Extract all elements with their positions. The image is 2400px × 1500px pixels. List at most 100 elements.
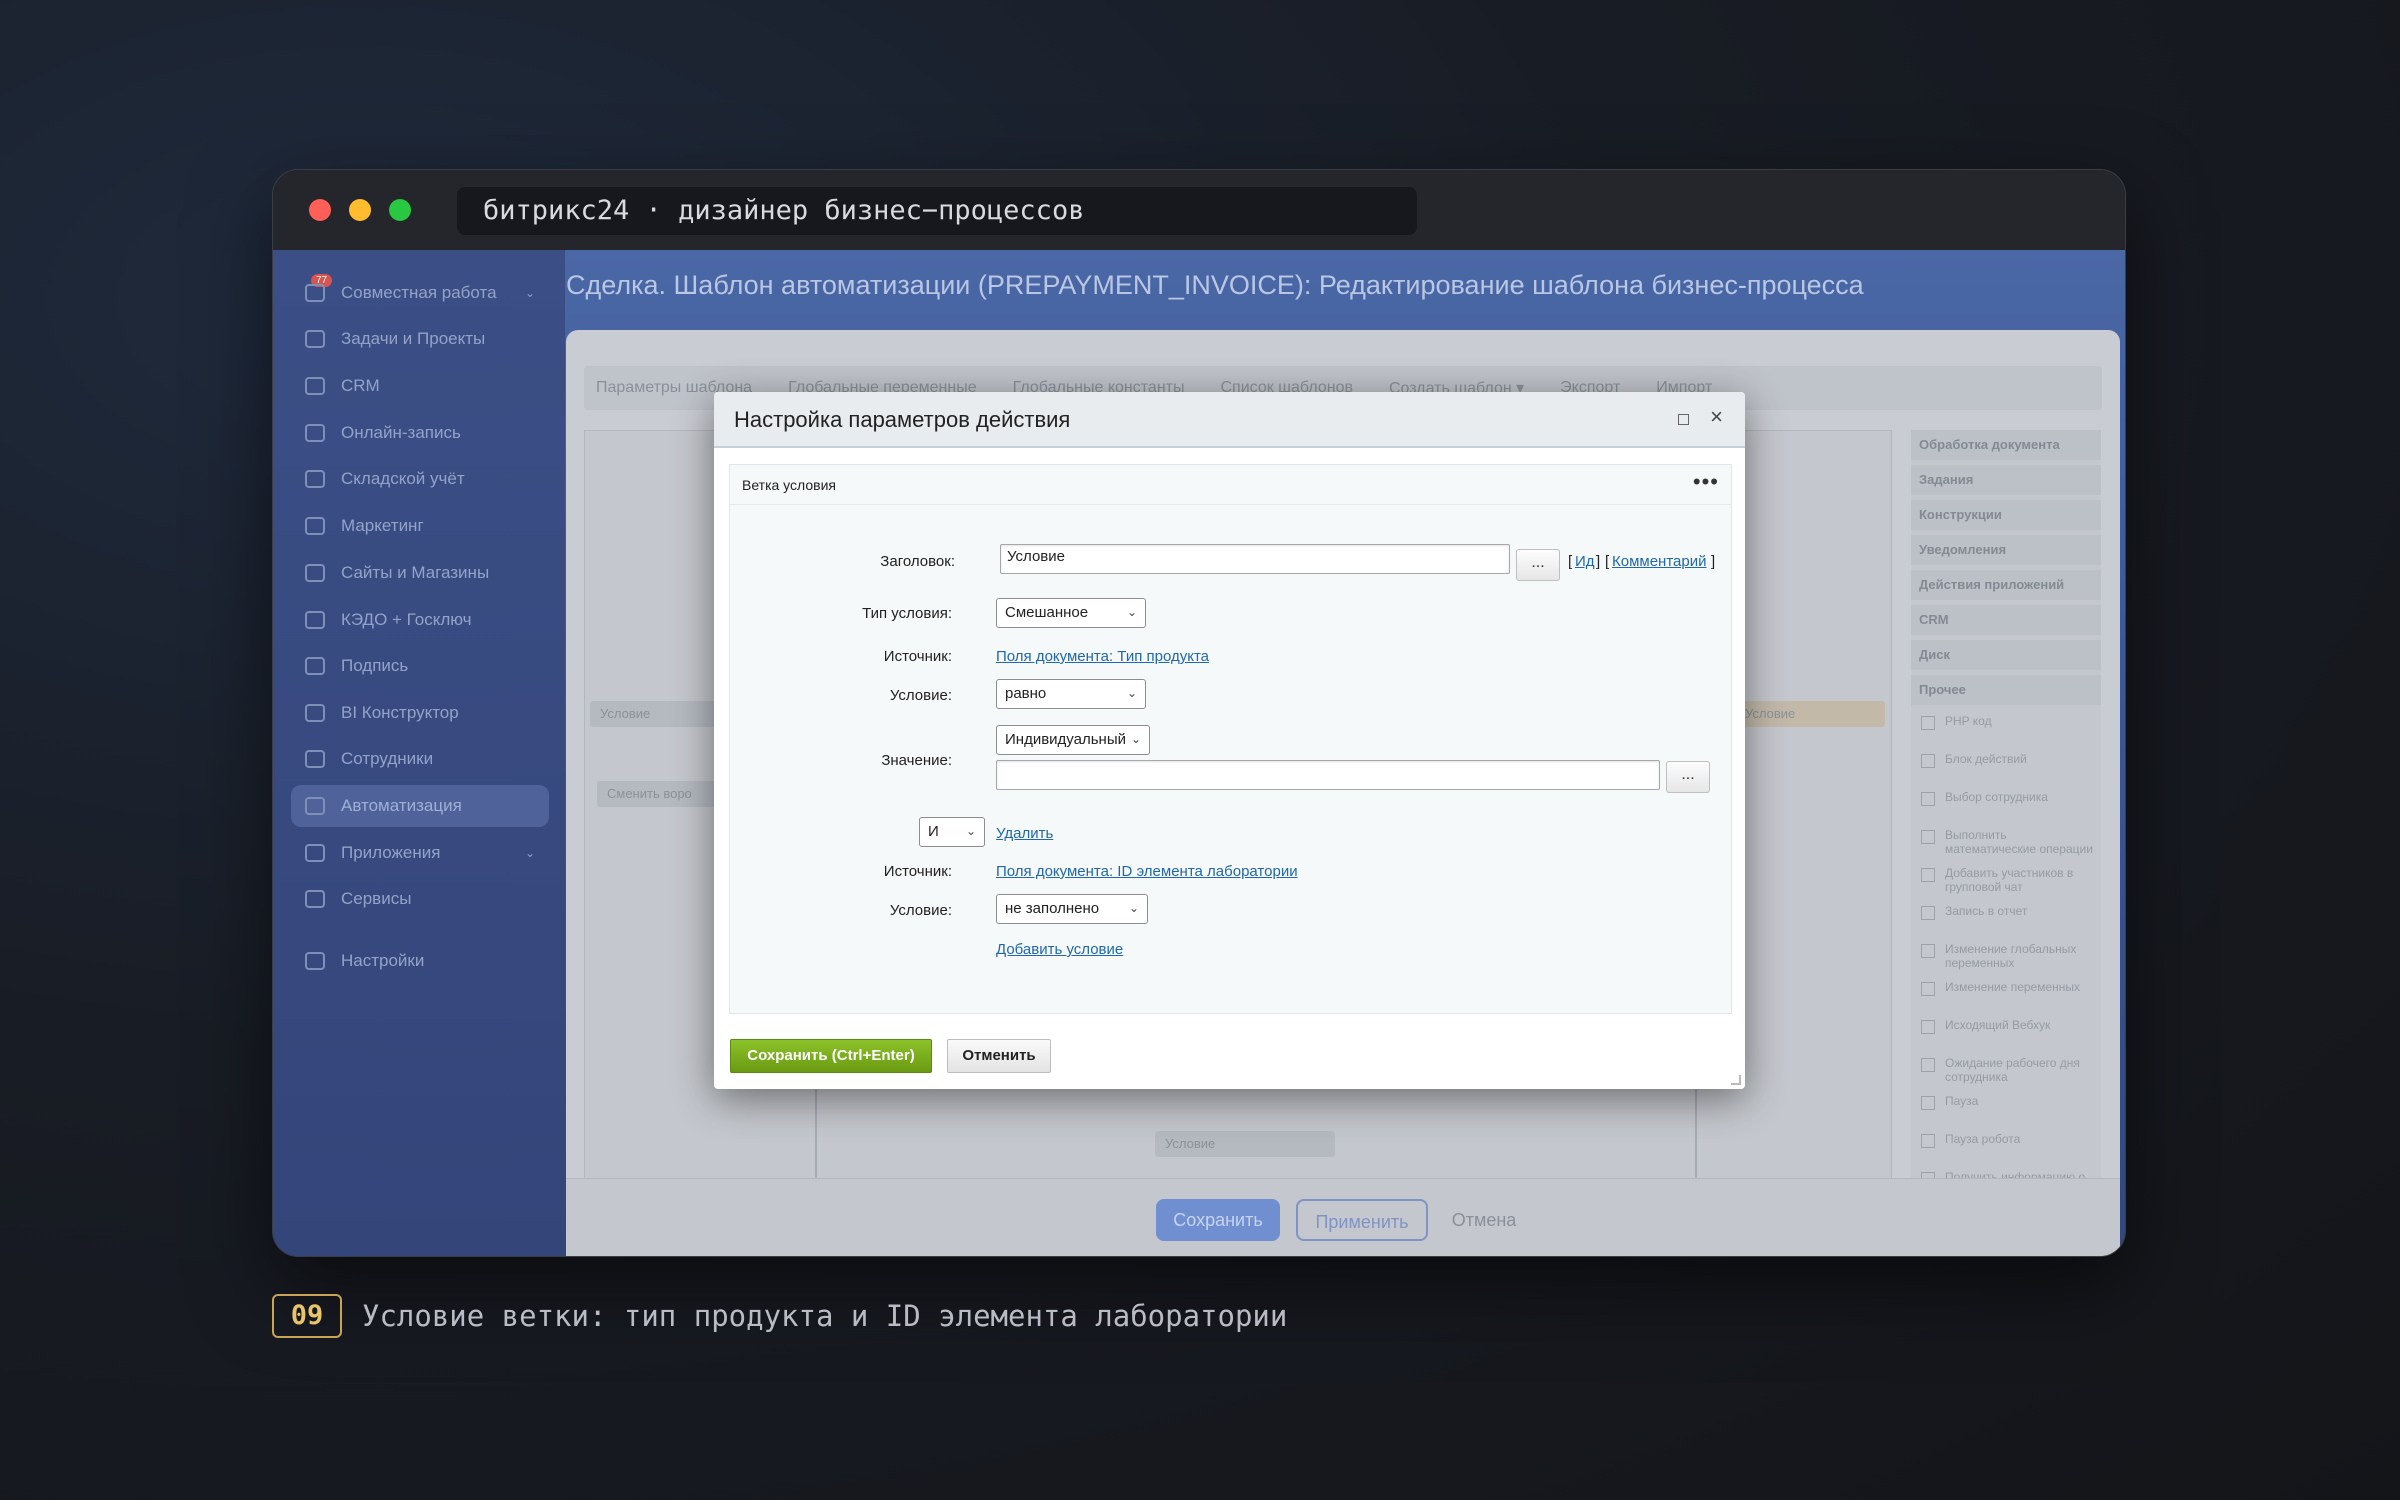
activity-group[interactable]: Диск [1911,640,2101,670]
address-bar[interactable]: битрикс24 · дизайнер бизнес−процессов [457,187,1417,235]
minimize-window-button[interactable] [349,199,371,221]
chevron-down-icon: ⌄ [965,824,976,838]
sidebar-item-apps[interactable]: Приложения ⌄ [291,832,549,874]
maximize-icon[interactable] [1678,414,1689,425]
close-icon[interactable]: × [1710,404,1723,430]
maximize-window-button[interactable] [389,199,411,221]
source-field-link[interactable]: Поля документа: ID элемента лаборатории [996,863,1298,880]
logic-operator-select[interactable]: И ⌄ [919,817,985,847]
page-title: Сделка. Шаблон автоматизации (PREPAYMENT… [566,270,1864,300]
app-content: 77 Совместная работа ⌄ Задачи и Проекты C… [273,250,2125,1256]
bracket: ] [1711,553,1716,570]
bar-chart-icon [305,704,325,722]
condition-type-label: Тип условия: [862,605,952,622]
value-mode-select[interactable]: Индивидуальный ⌄ [996,725,1150,755]
value-label: Значение: [881,752,952,769]
megaphone-icon [305,517,325,535]
delete-condition-link[interactable]: Удалить [996,825,1053,842]
resize-handle[interactable] [1731,1075,1741,1085]
activity-group[interactable]: Задания [1911,465,2101,495]
more-icon[interactable]: ••• [1693,469,1719,495]
sidebar-item-bi[interactable]: BI Конструктор [291,692,549,734]
pen-icon [305,657,325,675]
comment-link[interactable]: Комментарий [1612,553,1706,570]
cancel-button[interactable]: Отменить [947,1039,1051,1073]
dialog-header: Настройка параметров действия × [714,392,1745,448]
designer-save-button[interactable]: Сохранить [1156,1199,1280,1241]
sidebar-item-marketing[interactable]: Маркетинг [291,505,549,547]
services-icon [305,890,325,908]
section-title: Ветка условия [742,477,836,493]
cart-icon [305,564,325,582]
sidebar-item-inventory[interactable]: Складской учёт [291,458,549,500]
canvas-node[interactable]: Сменить воро [597,781,717,807]
sidebar-item-sign[interactable]: Подпись [291,645,549,687]
value-input[interactable] [996,760,1660,790]
sidebar-item-employees[interactable]: Сотрудники [291,738,549,780]
chevron-down-icon: ⌄ [1126,686,1137,700]
robot-icon [305,797,325,815]
sidebar-item-automation[interactable]: Автоматизация [291,785,549,827]
source-label: Источник: [883,863,952,880]
condition-operator-select[interactable]: не заполнено ⌄ [996,894,1148,924]
activity-item[interactable]: Изменение глобальных переменных [1911,938,2101,976]
gear-icon [305,952,325,970]
dialog-title: Настройка параметров действия [734,407,1071,432]
activity-item[interactable]: Выполнить математические операции [1911,824,2101,862]
activity-item[interactable]: Пауза [1911,1090,2101,1128]
canvas-node[interactable]: Условие [1155,1131,1335,1157]
activity-item[interactable]: Исходящий Вебхук [1911,1014,2101,1052]
add-condition-link[interactable]: Добавить условие [996,941,1123,958]
sidebar-item-booking[interactable]: Онлайн-запись [291,412,549,454]
designer-cancel-button[interactable]: Отмена [1444,1199,1524,1241]
chevron-down-icon: ⌄ [1126,605,1137,619]
activity-group[interactable]: Прочее [1911,675,2101,705]
activity-item[interactable]: Запись в отчет [1911,900,2101,938]
section-header: Ветка условия ••• [730,465,1731,505]
bracket: [ [1605,553,1610,570]
sidebar-item-services[interactable]: Сервисы [291,878,549,920]
activity-group[interactable]: Действия приложений [1911,570,2101,600]
activity-item[interactable]: PHP код [1911,710,2101,748]
activity-group[interactable]: Уведомления [1911,535,2101,565]
value-dots-button[interactable]: ... [1666,761,1710,793]
source-field-link[interactable]: Поля документа: Тип продукта [996,648,1209,665]
sidebar-item-crm[interactable]: CRM [291,365,549,407]
activity-group[interactable]: Обработка документа [1911,430,2101,460]
sidebar-item-kedo[interactable]: КЭДО + Госключ [291,599,549,641]
sidebar-item-settings[interactable]: Настройки [291,940,549,982]
condition-operator-select[interactable]: равно ⌄ [996,679,1146,709]
activities-panel: Обработка документа Задания Конструкции … [1911,430,2101,1190]
cube-icon [305,844,325,862]
title-label: Заголовок: [880,553,955,570]
sidebar-item-sites[interactable]: Сайты и Магазины [291,552,549,594]
document-icon [305,611,325,629]
step-number: 09 [272,1294,342,1338]
condition-type-select[interactable]: Смешанное ⌄ [996,598,1146,628]
activity-group[interactable]: CRM [1911,605,2101,635]
designer-apply-button[interactable]: Применить [1296,1199,1428,1241]
sidebar: 77 Совместная работа ⌄ Задачи и Проекты C… [273,250,565,1256]
close-window-button[interactable] [309,199,331,221]
bracket: [ [1568,553,1573,570]
canvas-node[interactable]: Условие [1735,701,1885,727]
sidebar-item-collaboration[interactable]: Совместная работа ⌄ [291,272,549,314]
id-link[interactable]: Ид [1575,553,1595,570]
activity-item[interactable]: Блок действий [1911,748,2101,786]
title-dots-button[interactable]: ... [1516,549,1560,581]
activity-group[interactable]: Конструкции [1911,500,2101,530]
title-input[interactable]: Условие [1000,544,1510,574]
chevron-down-icon: ⌄ [524,286,535,300]
activity-item[interactable]: Изменение переменных [1911,976,2101,1014]
activity-item[interactable]: Добавить участников в групповой чат [1911,862,2101,900]
designer-footer: Сохранить Применить Отмена [566,1178,2120,1256]
condition-label: Условие: [889,902,952,919]
activity-item[interactable]: Выбор сотрудника [1911,786,2101,824]
condition-label: Условие: [889,687,952,704]
save-button[interactable]: Сохранить (Ctrl+Enter) [730,1039,932,1073]
activity-item[interactable]: Пауза робота [1911,1128,2101,1166]
bracket: ] [1596,553,1601,570]
app-window: битрикс24 · дизайнер бизнес−процессов 77… [272,169,2126,1257]
sidebar-item-tasks[interactable]: Задачи и Проекты [291,318,549,360]
activity-item[interactable]: Ожидание рабочего дня сотрудника [1911,1052,2101,1090]
